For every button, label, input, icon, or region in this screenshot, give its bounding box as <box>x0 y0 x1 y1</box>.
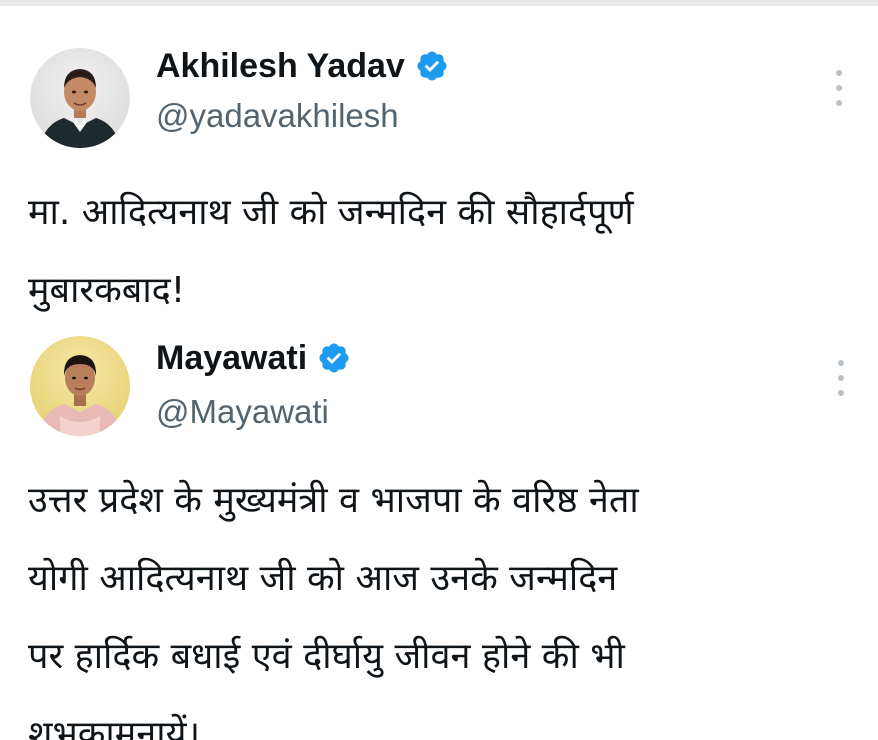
dot <box>836 85 842 91</box>
avatar[interactable] <box>30 336 130 436</box>
more-options-icon[interactable] <box>834 360 848 396</box>
more-options-icon[interactable] <box>832 70 846 106</box>
display-name[interactable]: Akhilesh Yadav <box>156 44 405 88</box>
avatar[interactable] <box>30 48 130 148</box>
dot <box>836 70 842 76</box>
handle[interactable]: @Mayawati <box>156 392 329 432</box>
dot <box>838 390 844 396</box>
verified-badge-icon <box>415 49 449 83</box>
verified-badge-icon <box>317 341 351 375</box>
top-divider <box>0 0 878 6</box>
dot <box>838 375 844 381</box>
author-row: Mayawati <box>156 336 351 380</box>
avatar-photo-icon <box>30 336 130 436</box>
tweet-text: मा. आदित्यनाथ जी को जन्मदिन की सौहार्दपू… <box>28 192 634 311</box>
author-row: Akhilesh Yadav <box>156 44 449 88</box>
display-name[interactable]: Mayawati <box>156 336 307 380</box>
handle[interactable]: @yadavakhilesh <box>156 96 399 136</box>
tweet-text: उत्तर प्रदेश के मुख्यमंत्री व भाजपा के व… <box>28 480 639 740</box>
avatar-photo-icon <box>30 48 130 148</box>
dot <box>836 100 842 106</box>
dot <box>838 360 844 366</box>
